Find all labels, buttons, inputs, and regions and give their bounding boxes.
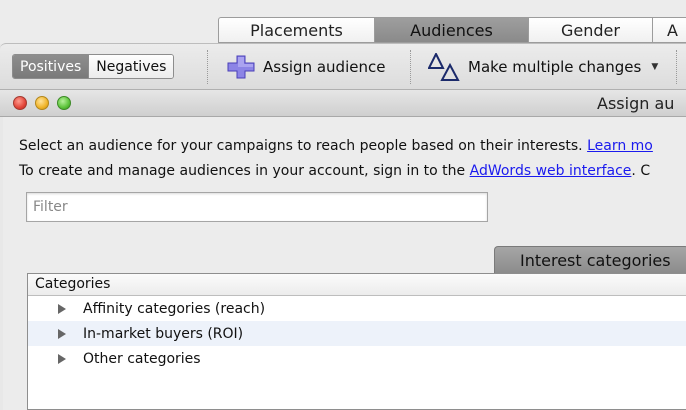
category-label: Affinity categories (reach) bbox=[83, 300, 266, 317]
tab-placements[interactable]: Placements bbox=[218, 17, 374, 43]
categories-list: Categories Affinity categories (reach) I… bbox=[27, 273, 686, 410]
zoom-window-icon[interactable] bbox=[57, 96, 71, 110]
learn-more-link[interactable]: Learn mo bbox=[587, 138, 653, 154]
tab-age[interactable]: A bbox=[652, 17, 686, 43]
toolbar: Positives Negatives Assign audience Make… bbox=[0, 43, 686, 89]
tab-gender[interactable]: Gender bbox=[528, 17, 652, 43]
tab-interest-categories[interactable]: Interest categories bbox=[494, 246, 686, 273]
disclosure-triangle-icon[interactable] bbox=[58, 353, 66, 364]
category-label: Other categories bbox=[83, 350, 201, 367]
close-window-icon[interactable] bbox=[13, 96, 27, 110]
category-label: In-market buyers (ROI) bbox=[83, 325, 244, 342]
assign-audience-button[interactable]: Assign audience bbox=[227, 55, 386, 79]
minimize-window-icon[interactable] bbox=[35, 96, 49, 110]
categories-column-header: Categories bbox=[28, 274, 686, 296]
chevron-down-icon: ▼ bbox=[651, 62, 659, 72]
toolbar-divider bbox=[410, 50, 411, 84]
filter-input[interactable]: Filter bbox=[26, 192, 488, 222]
view-tabs: Placements Audiences Gender A bbox=[218, 17, 686, 43]
assign-audience-dialog: Select an audience for your campaigns to… bbox=[3, 117, 686, 410]
category-row-affinity[interactable]: Affinity categories (reach) bbox=[28, 296, 686, 321]
category-row-in-market[interactable]: In-market buyers (ROI) bbox=[28, 321, 686, 346]
positives-negatives-toggle: Positives Negatives bbox=[12, 54, 175, 79]
plus-icon bbox=[227, 55, 255, 79]
assign-audience-label: Assign audience bbox=[263, 58, 386, 76]
window-title-bar: Assign au bbox=[0, 89, 686, 117]
instructions-line-2: To create and manage audiences in your a… bbox=[19, 163, 651, 179]
disclosure-triangle-icon[interactable] bbox=[58, 328, 66, 339]
tab-audiences[interactable]: Audiences bbox=[374, 17, 528, 43]
make-multiple-changes-label: Make multiple changes bbox=[468, 58, 642, 76]
negatives-button[interactable]: Negatives bbox=[88, 55, 174, 78]
toolbar-divider bbox=[207, 50, 208, 84]
instructions-line-1: Select an audience for your campaigns to… bbox=[19, 138, 653, 154]
toolbar-divider bbox=[676, 50, 677, 84]
top-tab-bar: Placements Audiences Gender A bbox=[0, 0, 686, 44]
adwords-web-interface-link[interactable]: AdWords web interface bbox=[470, 163, 632, 179]
window-title: Assign au bbox=[597, 94, 675, 113]
make-multiple-changes-button[interactable]: Make multiple changes ▼ bbox=[428, 53, 659, 81]
delta-icon bbox=[428, 53, 460, 81]
disclosure-triangle-icon[interactable] bbox=[58, 303, 66, 314]
category-row-other[interactable]: Other categories bbox=[28, 346, 686, 371]
positives-button[interactable]: Positives bbox=[13, 55, 89, 78]
